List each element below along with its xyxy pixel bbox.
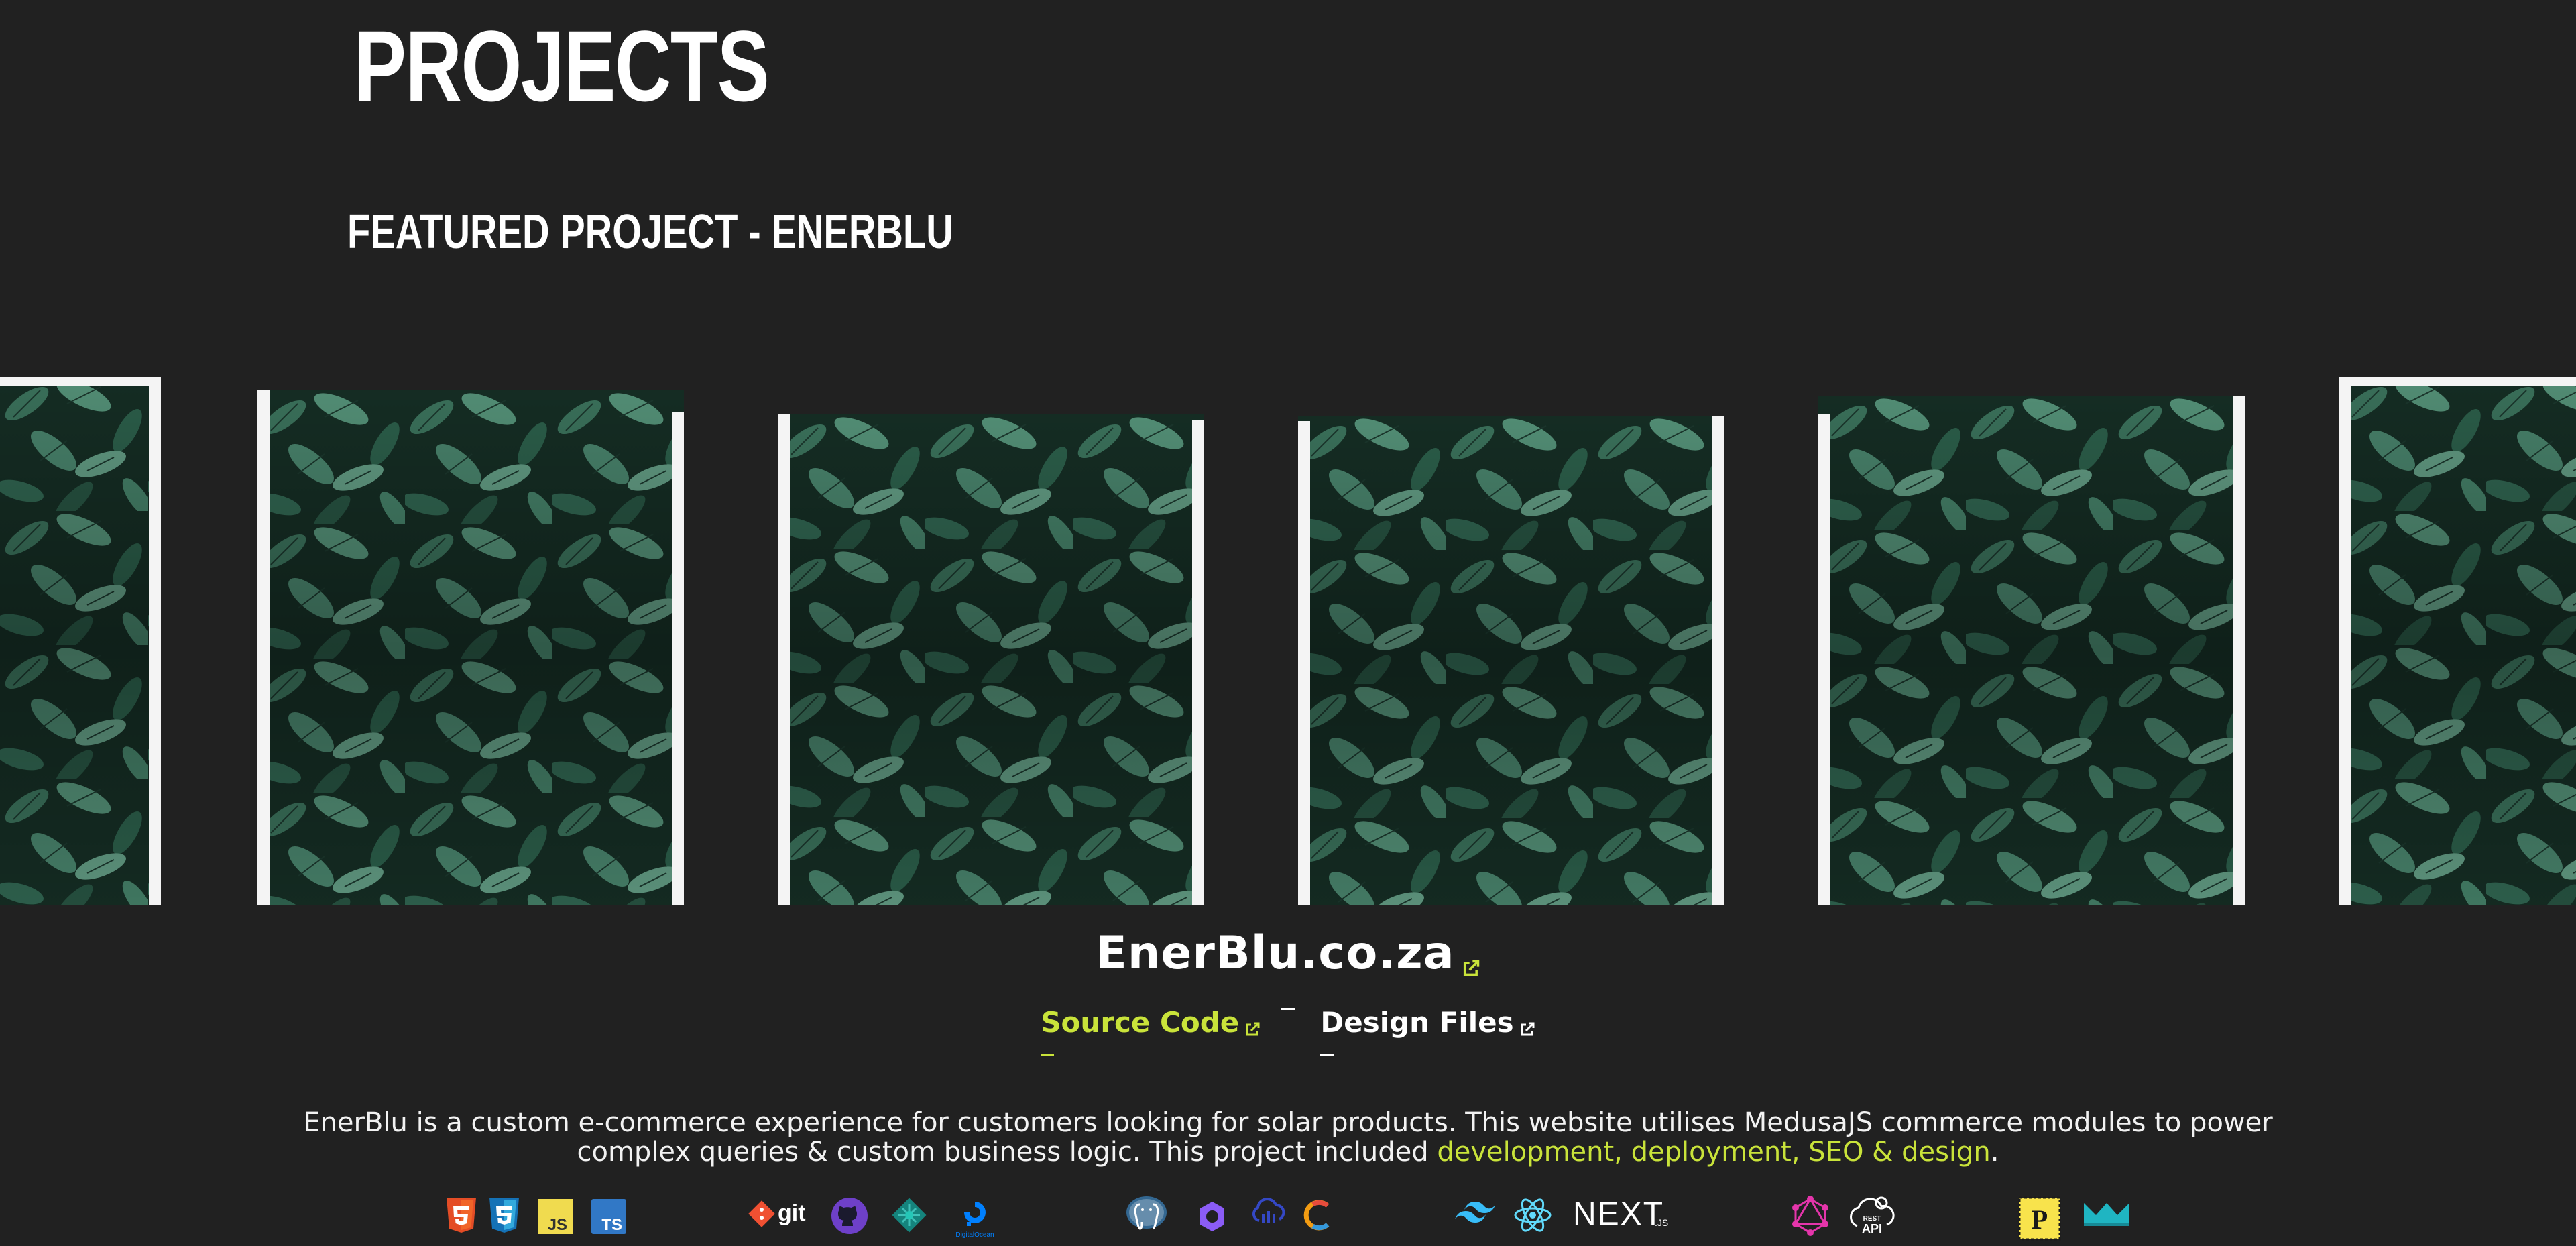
project-description: EnerBlu is a custom e-commerce experienc…	[268, 1108, 2308, 1167]
carousel-slide[interactable]	[0, 377, 161, 905]
svg-text:DigitalOcean: DigitalOcean	[955, 1231, 994, 1239]
leaf-photo	[778, 414, 1204, 905]
featured-project-heading: FEATURED PROJECT - ENERBLU	[347, 205, 953, 259]
c-logo-icon	[1301, 1196, 1338, 1234]
leaf-photo	[1298, 416, 1724, 905]
svg-text:JS: JS	[548, 1216, 567, 1234]
source-code-link[interactable]: Source Code	[1041, 999, 1261, 1056]
source-code-label: Source Code	[1041, 1006, 1240, 1039]
carousel-slide[interactable]	[1298, 416, 1724, 905]
postman-stamp-icon: P	[2018, 1196, 2061, 1241]
design-files-link[interactable]: Design Files	[1320, 999, 1535, 1056]
github-icon	[830, 1196, 869, 1235]
leaf-photo	[0, 377, 161, 905]
git-icon: git	[747, 1195, 814, 1233]
external-link-icon	[1519, 1005, 1535, 1052]
netlify-icon	[889, 1195, 929, 1235]
page-title: PROJECTS	[354, 9, 770, 122]
carousel-slide[interactable]	[257, 390, 684, 905]
html5-icon	[444, 1196, 479, 1234]
javascript-icon: JS	[538, 1199, 573, 1234]
leaf-photo	[1818, 396, 2245, 905]
typescript-icon: TS	[591, 1199, 626, 1234]
css3-icon	[487, 1196, 522, 1234]
svg-text:.JS: .JS	[1655, 1217, 1668, 1228]
project-title-link[interactable]: EnerBlu.co.za	[1096, 920, 1480, 1010]
graphql-icon	[1790, 1195, 1830, 1237]
external-link-icon	[1462, 929, 1480, 997]
projects-section: PROJECTS FEATURED PROJECT - ENERBLU Ener…	[0, 0, 2576, 1246]
nextjs-icon: NEXT .JS	[1573, 1194, 1674, 1234]
svg-text:git: git	[778, 1200, 806, 1226]
rest-api-icon: REST API	[1848, 1194, 1896, 1238]
project-image-carousel[interactable]	[0, 369, 2576, 905]
digitalocean-icon: DigitalOcean	[948, 1198, 1002, 1241]
svg-text:API: API	[1862, 1222, 1882, 1235]
carousel-slide[interactable]	[2339, 377, 2576, 905]
project-title-text: EnerBlu.co.za	[1096, 927, 1455, 980]
cloudinary-icon	[1250, 1196, 1287, 1229]
leaf-photo	[2339, 377, 2576, 905]
styled-logo-icon	[2081, 1199, 2132, 1230]
carousel-slide[interactable]	[778, 414, 1204, 905]
postgresql-icon	[1122, 1194, 1171, 1238]
medusa-icon	[1197, 1200, 1227, 1233]
project-title-row: EnerBlu.co.za	[0, 920, 2576, 1010]
project-links: Source Code Design Files	[0, 999, 2576, 1056]
svg-text:NEXT: NEXT	[1573, 1196, 1664, 1232]
design-files-label: Design Files	[1320, 1006, 1514, 1039]
svg-text:P: P	[2032, 1204, 2048, 1235]
leaf-photo	[257, 390, 684, 905]
tailwind-icon	[1452, 1199, 1499, 1229]
svg-text:TS: TS	[601, 1216, 622, 1234]
description-end: .	[1990, 1137, 1999, 1168]
carousel-slide[interactable]	[1818, 396, 2245, 905]
react-icon	[1513, 1195, 1553, 1235]
external-link-icon	[1244, 1005, 1261, 1052]
description-highlight: development, deployment, SEO & design	[1437, 1137, 1991, 1168]
